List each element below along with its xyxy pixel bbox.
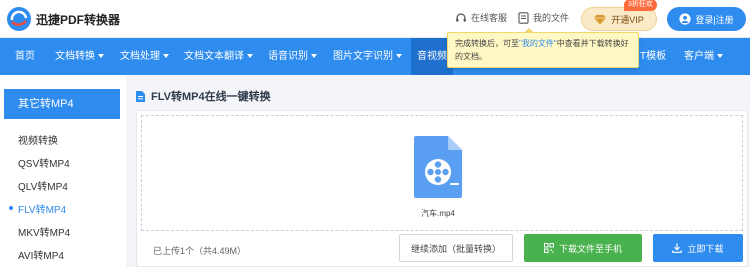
login-register-label: 登录|注册 bbox=[695, 14, 734, 25]
page-title: FLV转MP4在线一键转换 bbox=[151, 91, 271, 103]
active-dot bbox=[9, 206, 13, 210]
document-icon bbox=[518, 11, 529, 24]
brand-name[interactable]: 迅捷PDF转换器 bbox=[36, 11, 120, 28]
nav-item-doc-convert[interactable]: 文档转换 bbox=[55, 38, 104, 75]
uploaded-file-name: 汽车.mp4 bbox=[421, 209, 455, 218]
online-service-label: 在线客服 bbox=[471, 13, 508, 23]
user-icon bbox=[679, 13, 691, 25]
nav-item-translate[interactable]: 文档文本翻译 bbox=[184, 38, 253, 75]
online-service-link[interactable]: 在线客服 bbox=[455, 11, 507, 24]
caret-down-icon bbox=[98, 54, 104, 59]
headset-icon bbox=[456, 12, 466, 22]
sidebar-item-mkv-mp4[interactable]: MKV转MP4 bbox=[18, 224, 70, 239]
qr-code-icon bbox=[543, 243, 554, 253]
sidebar-item-video-convert[interactable]: 视频转换 bbox=[18, 132, 58, 147]
sidebar-item-qlv-mp4[interactable]: QLV转MP4 bbox=[18, 178, 68, 193]
discount-badge: 3折狂欢 bbox=[624, 0, 657, 11]
brand-logo-icon[interactable] bbox=[6, 6, 32, 32]
upload-count: 已上传1个（共4.49M） bbox=[153, 246, 247, 256]
upload-panel: 汽车.mp4 已上传1个（共4.49M） 继续添加（批量转换） 下载文件至手机 … bbox=[136, 110, 748, 267]
caret-down-icon bbox=[717, 54, 723, 59]
nav-item-home[interactable]: 首页 bbox=[15, 38, 35, 75]
file-drop-zone[interactable]: 汽车.mp4 bbox=[141, 115, 743, 231]
nav-item-label: 图片文字识别 bbox=[333, 51, 393, 62]
caret-down-icon bbox=[311, 54, 317, 59]
nav-item-speech[interactable]: 语音识别 bbox=[268, 38, 317, 75]
nav-item-label: 文档转换 bbox=[55, 51, 95, 62]
diamond-icon bbox=[594, 14, 607, 24]
nav-item-ocr[interactable]: 图片文字识别 bbox=[333, 38, 402, 75]
download-to-phone-button[interactable]: 下载文件至手机 bbox=[524, 234, 642, 262]
sidebar-item-flv-mp4[interactable]: FLV转MP4 bbox=[9, 201, 67, 216]
sidebar-item-avi-mp4[interactable]: AVI转MP4 bbox=[18, 247, 64, 262]
nav-item-label: 文档处理 bbox=[120, 51, 160, 62]
caret-down-icon bbox=[163, 54, 169, 59]
sidebar: 其它转MP4 视频转换 QSV转MP4 QLV转MP4 FLV转MP4 MKV转… bbox=[0, 75, 126, 267]
page-title-bar: FLV转MP4在线一键转换 bbox=[136, 88, 271, 104]
nav-item-doc-process[interactable]: 文档处理 bbox=[120, 38, 169, 75]
nav-item-label: 语音识别 bbox=[268, 51, 308, 62]
tooltip-highlight: "我的文件" bbox=[519, 39, 557, 48]
continue-add-label: 继续添加（批量转换） bbox=[410, 243, 501, 254]
download-to-phone-label: 下载文件至手机 bbox=[558, 243, 622, 254]
download-icon bbox=[672, 243, 683, 253]
my-files-label: 我的文件 bbox=[533, 13, 570, 23]
file-title-icon bbox=[136, 90, 145, 102]
login-register-button[interactable]: 登录|注册 bbox=[667, 7, 746, 31]
nav-item-templates[interactable]: T模板 bbox=[640, 38, 666, 75]
caret-down-icon bbox=[396, 54, 402, 59]
nav-item-label: 音视频 bbox=[417, 51, 447, 62]
my-files-link[interactable]: 我的文件 bbox=[518, 11, 569, 24]
nav-item-label: 文档文本翻译 bbox=[184, 51, 244, 62]
caret-down-icon bbox=[247, 54, 253, 59]
sidebar-header[interactable]: 其它转MP4 bbox=[4, 89, 120, 119]
sidebar-item-qsv-mp4[interactable]: QSV转MP4 bbox=[18, 155, 70, 170]
tooltip-text: 完成转换后，可至 bbox=[455, 39, 519, 48]
my-files-tooltip: 完成转换后，可至"我的文件"中查看并下载转换好的文档。 bbox=[447, 32, 639, 68]
video-file-icon bbox=[414, 136, 462, 198]
continue-add-button[interactable]: 继续添加（批量转换） bbox=[399, 234, 513, 262]
download-now-label: 立即下载 bbox=[687, 243, 724, 254]
nav-item-label: T模板 bbox=[640, 51, 667, 62]
download-now-button[interactable]: 立即下载 bbox=[653, 234, 743, 262]
sidebar-item-label: FLV转MP4 bbox=[18, 205, 67, 216]
nav-item-label: 首页 bbox=[15, 51, 35, 62]
open-vip-label: 开通VIP bbox=[611, 14, 644, 25]
nav-item-label: 客户端 bbox=[684, 51, 714, 62]
nav-item-client[interactable]: 客户端 bbox=[684, 38, 723, 75]
